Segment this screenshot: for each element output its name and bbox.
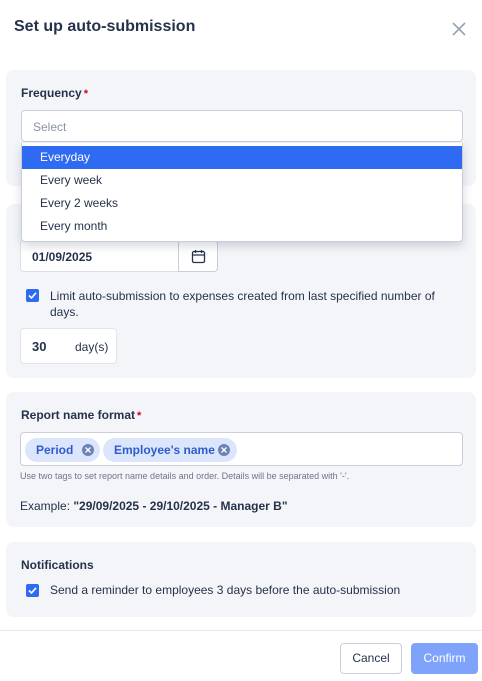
frequency-option-every-2-weeks[interactable]: Every 2 weeks — [22, 192, 462, 215]
reminder-text: Send a reminder to employees 3 days befo… — [50, 583, 401, 597]
example-value: "29/09/2025 - 29/10/2025 - Manager B" — [73, 499, 288, 513]
footer-divider — [0, 630, 482, 631]
remove-tag-icon[interactable] — [82, 444, 94, 456]
frequency-select-placeholder: Select — [33, 120, 67, 134]
close-icon[interactable] — [450, 20, 468, 38]
required-mark: * — [137, 410, 142, 422]
limit-description: Limit auto-submission to expenses create… — [50, 289, 435, 319]
limit-checkbox[interactable] — [26, 289, 39, 302]
notifications-label: Notifications — [21, 558, 94, 572]
frequency-select[interactable]: Select — [21, 110, 463, 142]
remove-tag-icon[interactable] — [218, 444, 230, 456]
tag-employee-name: Employee's name — [103, 438, 237, 462]
report-name-hint: Use two tags to set report name details … — [20, 471, 350, 481]
tag-period: Period — [25, 438, 100, 462]
confirm-button[interactable]: Confirm — [411, 643, 478, 674]
modal-header: Set up auto-submission — [0, 0, 482, 60]
frequency-option-every-week[interactable]: Every week — [22, 169, 462, 192]
days-value: 30 — [32, 339, 47, 354]
frequency-option-everyday[interactable]: Everyday — [22, 146, 462, 169]
report-name-example: Example: "29/09/2025 - 29/10/2025 - Mana… — [20, 499, 288, 513]
tag-employee-name-label: Employee's name — [114, 443, 215, 457]
tag-period-label: Period — [36, 443, 74, 457]
reminder-checkbox[interactable] — [26, 584, 39, 597]
calendar-icon — [191, 250, 206, 264]
notifications-section: Notifications Send a reminder to employe… — [6, 542, 476, 617]
report-name-section: Report name format * Period Employee's na… — [6, 392, 476, 527]
frequency-dropdown-list: Everyday Every week Every 2 weeks Every … — [21, 143, 463, 242]
days-unit: day(s) — [75, 340, 109, 354]
auto-submission-modal: Set up auto-submission Frequency * Select… — [0, 0, 482, 681]
calendar-button[interactable] — [178, 240, 218, 272]
days-input[interactable]: 30 day(s) — [20, 328, 117, 364]
report-name-label: Report name format * — [21, 408, 142, 422]
report-name-tag-input[interactable]: Period Employee's name — [20, 432, 463, 466]
frequency-label: Frequency * — [21, 86, 88, 100]
frequency-option-every-month[interactable]: Every month — [22, 215, 462, 238]
modal-title: Set up auto-submission — [14, 18, 196, 35]
required-mark: * — [83, 88, 88, 100]
start-date-input[interactable]: 01/09/2025 — [20, 240, 180, 272]
start-date-value: 01/09/2025 — [32, 250, 93, 264]
cancel-button[interactable]: Cancel — [340, 643, 402, 674]
